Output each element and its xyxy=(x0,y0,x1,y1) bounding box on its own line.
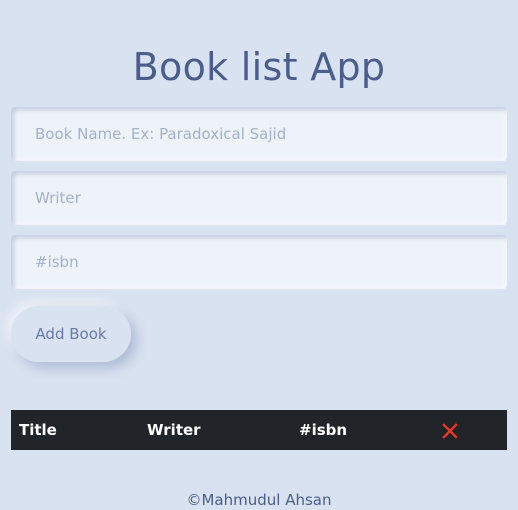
book-name-input[interactable] xyxy=(11,107,507,161)
column-header-title: Title xyxy=(19,421,57,439)
add-book-button[interactable]: Add Book xyxy=(11,306,131,362)
writer-input[interactable] xyxy=(11,171,507,225)
footer-credit: ©Mahmudul Ahsan xyxy=(186,491,332,509)
column-header-isbn: #isbn xyxy=(299,421,348,439)
book-table: Title Writer #isbn xyxy=(11,410,507,450)
column-header-delete xyxy=(434,410,507,450)
isbn-input[interactable] xyxy=(11,235,507,289)
column-header-writer: Writer xyxy=(147,421,201,439)
table-header-row: Title Writer #isbn xyxy=(11,410,507,450)
page-title: Book list App xyxy=(132,45,386,89)
close-icon xyxy=(440,421,460,440)
